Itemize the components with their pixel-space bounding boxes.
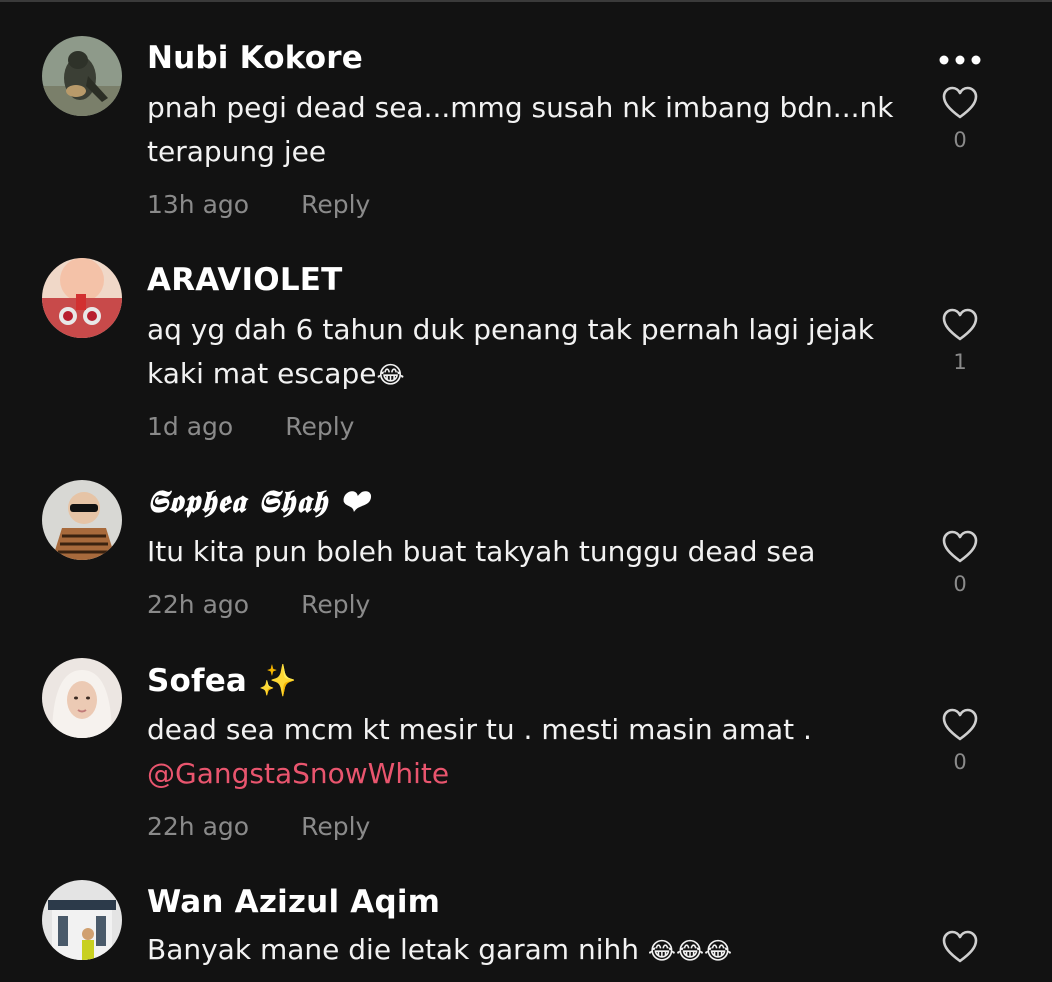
top-divider	[0, 0, 1052, 2]
avatar[interactable]	[42, 36, 122, 116]
like-button[interactable]: 0	[940, 530, 980, 596]
laughing-emoji: 😂	[376, 361, 405, 389]
like-button[interactable]: 1	[940, 308, 980, 374]
heart-outline-icon	[942, 930, 978, 963]
like-count: 0	[953, 128, 967, 152]
avatar[interactable]	[42, 258, 122, 338]
like-count: 0	[953, 572, 967, 596]
comment-timestamp: 22h ago	[147, 812, 250, 841]
comment-username[interactable]: Sofea ✨	[147, 662, 297, 699]
comment-timestamp: 13h ago	[147, 190, 250, 219]
comment-text: Itu kita pun boleh buat takyah tunggu de…	[147, 535, 816, 568]
like-button[interactable]: 0	[940, 86, 980, 152]
heart-outline-icon	[942, 708, 978, 741]
reply-button[interactable]: Reply	[285, 412, 354, 441]
comment-username[interactable]: 𝕾𝖔𝖕𝖍𝖊𝖆 𝕾𝖍𝖆𝖍 ❤	[147, 484, 369, 521]
comment-username[interactable]: Nubi Kokore	[147, 40, 363, 76]
reply-button[interactable]: Reply	[301, 812, 370, 841]
heart-outline-icon	[942, 530, 978, 563]
reply-button[interactable]: Reply	[301, 190, 370, 219]
avatar[interactable]	[42, 480, 122, 560]
heart-outline-icon	[942, 86, 978, 119]
like-button[interactable]	[940, 930, 980, 964]
comment-meta: 22h ago Reply	[147, 590, 370, 619]
comment-text: pnah pegi dead sea...mmg susah nk imbang…	[147, 91, 894, 168]
like-count: 0	[953, 750, 967, 774]
comment-username[interactable]: ARAVIOLET	[147, 262, 343, 298]
avatar[interactable]	[42, 880, 122, 960]
comment-text: aq yg dah 6 tahun duk penang tak pernah …	[147, 313, 874, 390]
like-button[interactable]: 0	[940, 708, 980, 774]
comment-text: dead sea mcm kt mesir tu . mesti masin a…	[147, 713, 812, 790]
avatar[interactable]	[42, 658, 122, 738]
heart-outline-icon	[942, 308, 978, 341]
comment-username[interactable]: Wan Azizul Aqim	[147, 884, 440, 920]
comment-text: Banyak mane die letak garam nihh 😂😂😂	[147, 933, 733, 966]
comment-timestamp: 22h ago	[147, 590, 250, 619]
like-count: 1	[953, 350, 967, 374]
comment-meta: 22h ago Reply	[147, 812, 370, 841]
mention-link[interactable]: @GangstaSnowWhite	[147, 757, 449, 790]
comment-meta: 1d ago Reply	[147, 412, 354, 441]
comment-timestamp: 1d ago	[147, 412, 234, 441]
laughing-emoji: 😂😂😂	[647, 937, 733, 965]
more-options-icon[interactable]	[936, 52, 984, 68]
reply-button[interactable]: Reply	[301, 590, 370, 619]
comment-meta: 13h ago Reply	[147, 190, 370, 219]
